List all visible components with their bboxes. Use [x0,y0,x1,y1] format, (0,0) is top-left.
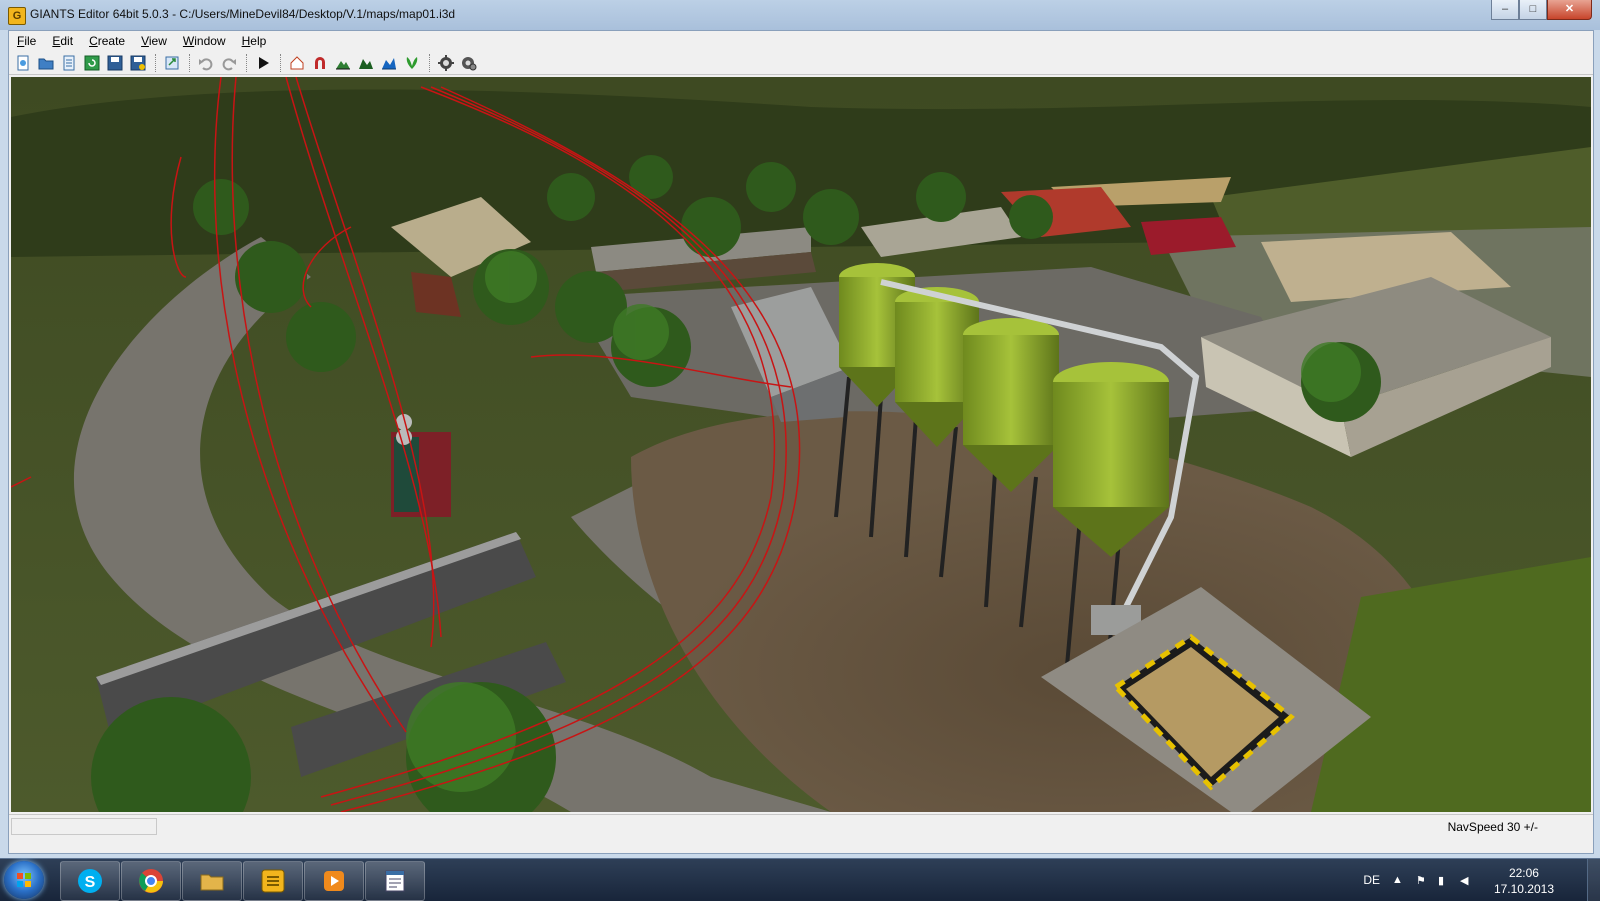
system-tray: DE ▲ ⚑ ▮ ◀ 22:06 17.10.2013 [1340,859,1600,901]
show-hidden-icons-icon[interactable]: ▲ [1392,874,1404,886]
volume-icon[interactable]: ◀ [1460,874,1472,887]
open-file-icon[interactable] [36,53,56,73]
menu-bar: File Edit Create View Window Help [9,31,1593,51]
menu-view[interactable]: View [133,34,175,48]
editor-client-area: File Edit Create View Window Help NavSpe… [8,30,1594,854]
clock-date: 17.10.2013 [1493,882,1554,896]
taskbar-skype[interactable]: S [60,861,120,901]
toolbar-separator [246,53,249,72]
menu-help[interactable]: Help [234,34,275,48]
network-icon[interactable]: ▮ [1438,874,1450,887]
window-title: GIANTS Editor 64bit 5.0.3 - C:/Users/Min… [30,7,456,21]
menu-file[interactable]: File [9,34,44,48]
start-button[interactable] [4,861,44,899]
show-desktop-button[interactable] [1587,859,1600,901]
redo-icon[interactable] [219,53,239,73]
skype-icon: S [78,869,102,893]
magnet-icon[interactable] [310,53,330,73]
media-player-icon [324,871,344,891]
undo-icon[interactable] [196,53,216,73]
toolbar-separator [189,53,192,72]
close-button[interactable]: ✕ [1547,0,1592,20]
language-indicator[interactable]: DE [1363,873,1380,887]
foliage-icon[interactable] [402,53,422,73]
toolbar-separator [429,53,432,72]
editor-window: G GIANTS Editor 64bit 5.0.3 - C:/Users/M… [0,0,1600,858]
home-icon[interactable] [287,53,307,73]
maximize-button[interactable]: □ [1519,0,1547,20]
windows-logo-icon [17,873,31,887]
terrain-paint-icon[interactable] [379,53,399,73]
svg-text:S: S [85,874,96,891]
save-as-icon[interactable] [128,53,148,73]
3d-viewport[interactable] [11,77,1591,812]
play-icon[interactable] [253,53,273,73]
notepad-icon [385,870,405,892]
taskbar: S DE ▲ ⚑ ▮ ◀ 22:06 17.10.2013 [0,858,1600,901]
status-cell [11,818,157,835]
toolbar [9,51,1593,75]
toolbar-separator [155,53,158,72]
menu-window[interactable]: Window [175,34,234,48]
taskbar-media-player[interactable] [304,861,364,901]
minimize-button[interactable]: – [1491,0,1519,20]
title-bar[interactable]: G GIANTS Editor 64bit 5.0.3 - C:/Users/M… [0,0,1600,30]
taskbar-notepad[interactable] [365,861,425,901]
taskbar-chrome[interactable] [121,861,181,901]
folder-icon [200,874,224,891]
transform-settings-icon[interactable] [436,53,456,73]
navspeed-status: NavSpeed 30 +/- [1447,820,1538,834]
clock-time: 22:06 [1508,866,1539,880]
menu-edit[interactable]: Edit [44,34,81,48]
scene-settings-icon[interactable] [459,53,479,73]
chrome-icon [139,869,163,893]
terrain-raise-icon[interactable] [333,53,353,73]
status-bar: NavSpeed 30 +/- [9,814,1593,838]
export-icon[interactable] [162,53,182,73]
new-file-icon[interactable] [13,53,33,73]
giants-editor-icon: G [8,7,26,25]
save-icon[interactable] [105,53,125,73]
action-center-flag-icon[interactable]: ⚑ [1416,874,1428,887]
clock[interactable]: 22:06 17.10.2013 [1494,865,1554,897]
save-list-icon[interactable] [59,53,79,73]
taskbar-giants-editor[interactable] [243,861,303,901]
toolbar-separator [280,53,283,72]
viewport-scene[interactable] [11,77,1591,812]
menu-create[interactable]: Create [81,34,133,48]
giants-editor-icon [261,869,285,893]
taskbar-explorer[interactable] [182,861,242,901]
reload-icon[interactable] [82,53,102,73]
terrain-smooth-icon[interactable] [356,53,376,73]
